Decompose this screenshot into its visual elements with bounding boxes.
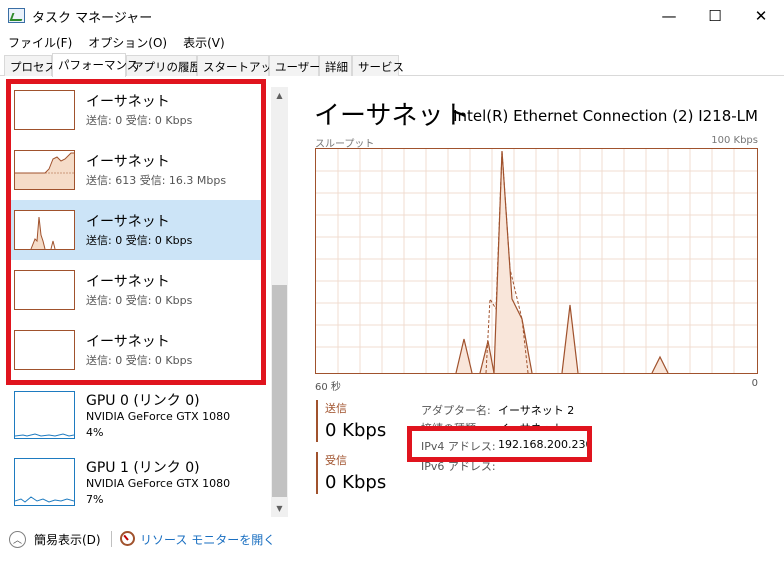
adapter-name-key: アダプター名: xyxy=(421,404,491,417)
scroll-thumb[interactable] xyxy=(272,285,287,497)
title-bar: タスク マネージャー — ☐ ✕ xyxy=(0,0,784,32)
ipv6-address-key: IPv6 アドレス: xyxy=(421,460,496,473)
adapter-device-name: Intel(R) Ethernet Connection (2) I218-LM xyxy=(453,107,758,125)
ethernet-thumbnail-graph xyxy=(14,150,75,190)
ipv4-address-key: IPv4 アドレス: xyxy=(421,440,496,453)
send-label: 送信 xyxy=(325,402,347,415)
sidebar-item-stats: 送信: 0 受信: 0 Kbps xyxy=(86,234,193,247)
sidebar-item-label: GPU 0 (リンク 0) xyxy=(86,393,200,409)
tab-details[interactable]: 詳細 xyxy=(319,55,352,76)
sidebar-item-ethernet-4[interactable]: イーサネット 送信: 0 受信: 0 Kbps xyxy=(6,260,266,320)
graph-label-max: 100 Kbps xyxy=(711,135,758,146)
close-button[interactable]: ✕ xyxy=(738,0,784,32)
sidebar-item-ethernet-3[interactable]: イーサネット 送信: 0 受信: 0 Kbps xyxy=(6,200,266,260)
chevron-up-icon[interactable]: ︿ xyxy=(9,531,26,548)
sidebar-item-stats: 送信: 0 受信: 0 Kbps xyxy=(86,294,193,307)
ethernet-thumbnail-graph xyxy=(14,270,75,310)
scroll-up-icon[interactable]: ▲ xyxy=(271,87,288,104)
send-value: 0 Kbps xyxy=(325,420,387,441)
sidebar-item-label: GPU 1 (リンク 0) xyxy=(86,460,200,476)
sidebar-item-model: NVIDIA GeForce GTX 1080 xyxy=(86,477,231,490)
resource-monitor-icon[interactable] xyxy=(120,531,135,546)
throughput-graph-svg xyxy=(316,149,757,374)
open-resource-monitor-link[interactable]: リソース モニターを開く xyxy=(140,531,275,548)
ethernet-thumbnail-graph xyxy=(14,330,75,370)
send-stat: 送信 0 Kbps xyxy=(316,400,386,442)
graph-time-start: 60 秒 xyxy=(315,382,341,393)
sidebar-item-gpu-1[interactable]: GPU 1 (リンク 0) NVIDIA GeForce GTX 1080 7% xyxy=(6,452,266,512)
sidebar-item-stats: 送信: 0 受信: 0 Kbps xyxy=(86,114,193,127)
graph-time-end: 0 xyxy=(751,378,758,389)
gpu-thumbnail-graph xyxy=(14,391,75,439)
ethernet-thumbnail-graph xyxy=(14,210,75,250)
sidebar-item-ethernet-5[interactable]: イーサネット 送信: 0 受信: 0 Kbps xyxy=(6,320,266,380)
sidebar-item-label: イーサネット xyxy=(86,214,170,230)
fewer-details-link[interactable]: 簡易表示(D) xyxy=(34,531,101,548)
tab-startup[interactable]: スタートアップ xyxy=(197,55,284,76)
receive-value: 0 Kbps xyxy=(325,472,387,493)
sidebar-item-label: イーサネット xyxy=(86,94,170,110)
tab-services[interactable]: サービス xyxy=(352,55,404,76)
sidebar-item-label: イーサネット xyxy=(86,274,170,290)
scroll-down-icon[interactable]: ▼ xyxy=(271,500,288,517)
receive-label: 受信 xyxy=(325,454,347,467)
gpu-thumbnail-graph xyxy=(14,458,75,506)
window-title: タスク マネージャー xyxy=(32,11,153,26)
sidebar-item-label: イーサネット xyxy=(86,334,170,350)
sidebar-item-ethernet-1[interactable]: イーサネット 送信: 0 受信: 0 Kbps xyxy=(6,80,266,140)
footer-divider xyxy=(111,531,112,547)
menu-file[interactable]: ファイル(F) xyxy=(0,32,80,52)
sidebar-item-stats: 送信: 0 受信: 0 Kbps xyxy=(86,354,193,367)
tab-performance[interactable]: パフォーマンス xyxy=(52,53,138,77)
menu-options[interactable]: オプション(O) xyxy=(80,32,175,52)
sidebar-item-usage: 7% xyxy=(86,493,104,506)
receive-stat: 受信 0 Kbps xyxy=(316,452,386,494)
tab-bar: プロセス パフォーマンス アプリの履歴 スタートアップ ユーザー 詳細 サービス xyxy=(0,53,784,77)
sidebar-item-model: NVIDIA GeForce GTX 1080 xyxy=(86,410,231,423)
task-manager-icon xyxy=(8,8,25,23)
device-list: イーサネット 送信: 0 受信: 0 Kbps イーサネット 送信: 613 受… xyxy=(0,77,270,520)
detail-title: イーサネット xyxy=(314,101,470,131)
menu-view[interactable]: 表示(V) xyxy=(175,32,233,52)
sidebar-item-stats: 送信: 613 受信: 16.3 Mbps xyxy=(86,174,227,187)
sidebar-item-gpu-0[interactable]: GPU 0 (リンク 0) NVIDIA GeForce GTX 1080 4% xyxy=(6,385,266,445)
tab-users[interactable]: ユーザー xyxy=(269,55,321,76)
minimize-button[interactable]: — xyxy=(646,0,692,32)
footer-bar: ︿ 簡易表示(D) リソース モニターを開く xyxy=(0,522,784,564)
menu-bar: ファイル(F) オプション(O) 表示(V) xyxy=(0,32,784,52)
ethernet-thumbnail-graph xyxy=(14,90,75,130)
throughput-graph xyxy=(315,148,758,374)
sidebar-item-ethernet-2[interactable]: イーサネット 送信: 613 受信: 16.3 Mbps xyxy=(6,140,266,200)
maximize-button[interactable]: ☐ xyxy=(692,0,738,32)
tab-processes[interactable]: プロセス xyxy=(4,55,56,76)
ipv4-address-value: 192.168.200.230 xyxy=(498,438,593,451)
sidebar-item-label: イーサネット xyxy=(86,154,170,170)
device-list-scrollbar[interactable]: ▲ ▼ xyxy=(271,87,288,517)
sidebar-item-usage: 4% xyxy=(86,426,104,439)
adapter-name-value: イーサネット 2 xyxy=(498,404,575,417)
